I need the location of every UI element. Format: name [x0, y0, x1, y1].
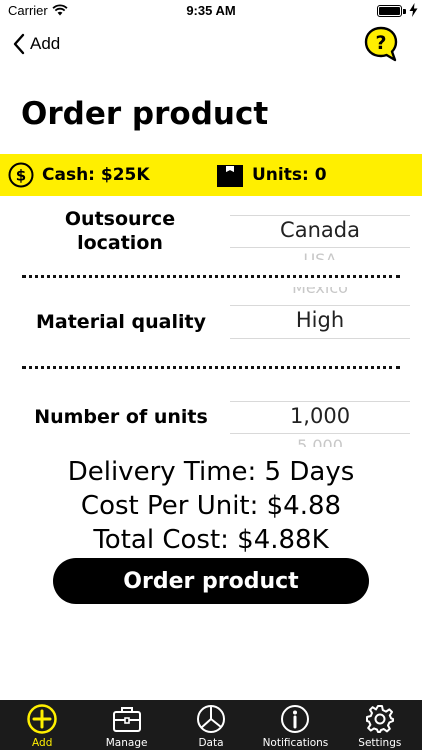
outsource-next-option[interactable]: USA	[230, 252, 410, 260]
tab-bar: Add Manage Data Notifications Settings	[0, 700, 422, 750]
tab-data[interactable]: Data	[169, 700, 253, 750]
resource-bar: $ Cash: $25K Units: 0	[0, 154, 422, 196]
plus-circle-icon	[27, 704, 57, 734]
tab-add[interactable]: Add	[0, 700, 84, 750]
divider	[22, 366, 400, 369]
status-bar: Carrier 9:35 AM	[0, 0, 422, 22]
order-product-button[interactable]: Order product	[53, 558, 369, 604]
box-icon	[217, 165, 243, 187]
battery-icon	[377, 5, 402, 17]
divider	[22, 275, 400, 278]
units-display: Units: 0	[216, 162, 327, 188]
material-quality-picker[interactable]: Mexico High	[230, 287, 410, 347]
delivery-time: Delivery Time: 5 Days	[67, 457, 355, 487]
units-value: Units: 0	[252, 165, 327, 185]
outsource-location-picker[interactable]: Canada USA	[230, 210, 410, 270]
material-prev-option[interactable]: Mexico	[230, 287, 410, 297]
charging-icon	[409, 3, 418, 17]
number-of-units-picker[interactable]: 1,000 5,000	[230, 398, 410, 458]
dollar-coin-icon: $	[8, 162, 34, 188]
info-icon	[281, 705, 310, 733]
tab-notifications[interactable]: Notifications	[253, 700, 337, 750]
number-of-units-label: Number of units	[34, 406, 208, 428]
clock: 9:35 AM	[186, 3, 236, 18]
cost-per-unit: Cost Per Unit: $4.88	[80, 491, 342, 521]
material-quality-label: Material quality	[36, 311, 206, 333]
chevron-left-icon	[13, 33, 25, 55]
back-label: Add	[30, 34, 61, 53]
gear-icon	[365, 705, 394, 733]
page-title: Order product	[21, 96, 269, 132]
tab-settings[interactable]: Settings	[338, 700, 422, 750]
outsource-location-label: Outsource location	[64, 208, 176, 254]
briefcase-icon	[112, 707, 141, 732]
outsource-selected: Canada	[280, 218, 360, 242]
cash-value: Cash: $25K	[42, 165, 150, 185]
cash-display: $ Cash: $25K	[8, 162, 150, 188]
back-button[interactable]: Add	[12, 32, 60, 56]
material-selected: High	[295, 308, 345, 332]
units-selected: 1,000	[289, 404, 351, 428]
units-next-option[interactable]: 5,000	[230, 438, 410, 447]
total-cost: Total Cost: $4.88K	[93, 525, 329, 555]
help-icon[interactable]: ?	[364, 26, 400, 62]
pie-chart-icon	[197, 705, 226, 733]
svg-text:$: $	[16, 167, 26, 185]
tab-manage[interactable]: Manage	[84, 700, 168, 750]
svg-text:?: ?	[375, 32, 386, 54]
